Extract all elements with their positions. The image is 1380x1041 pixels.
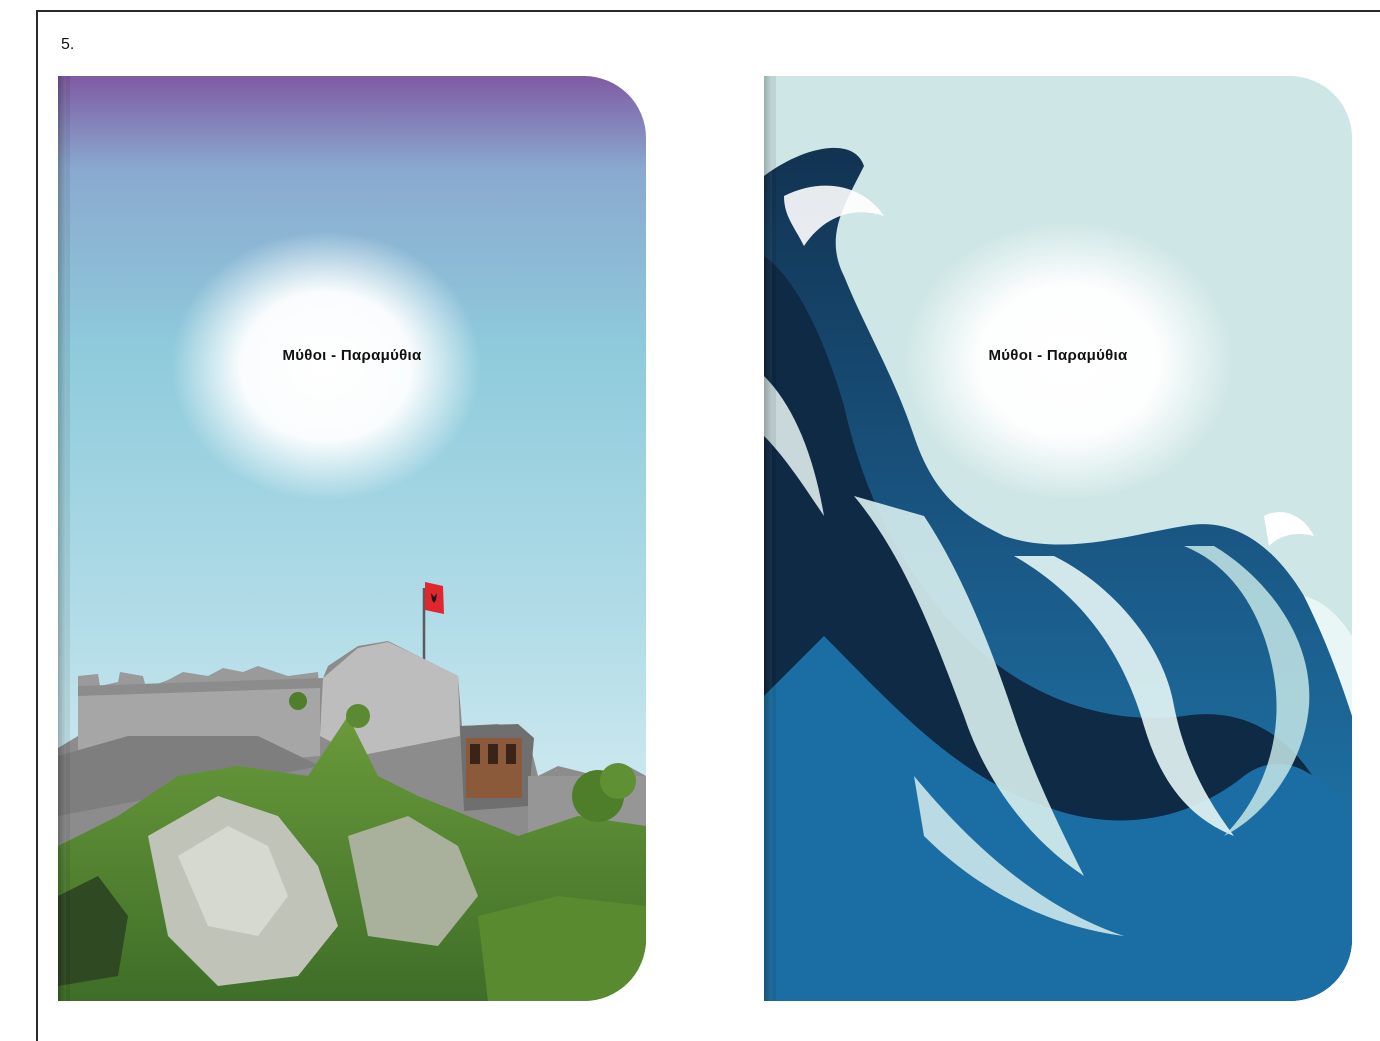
castle-illustration [58, 76, 646, 1001]
cover-title: Μύθοι - Παραμύθια [988, 347, 1128, 364]
wave-illustration [764, 76, 1352, 1001]
item-number: 5. [61, 36, 75, 53]
book-cover-castle: Μύθοι - Παραμύθια [58, 76, 646, 1001]
cover-title: Μύθοι - Παραμύθια [282, 347, 422, 364]
book-spine [764, 76, 772, 1001]
book-cover-wave: Μύθοι - Παραμύθια [764, 76, 1352, 1001]
book-spine [58, 76, 66, 1001]
